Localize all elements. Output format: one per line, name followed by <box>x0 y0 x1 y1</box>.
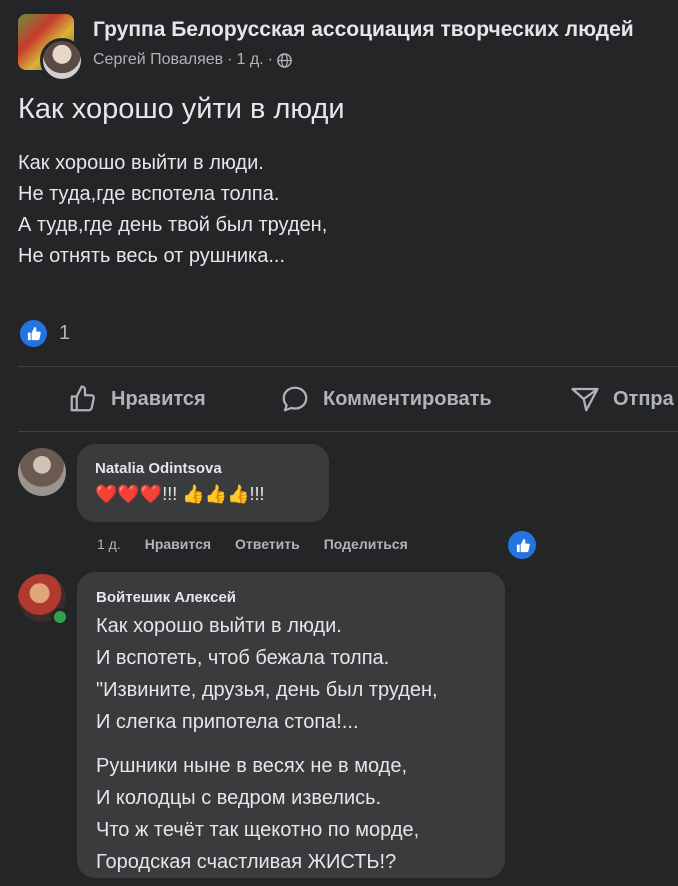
post-body-line: Не туда,где вспотела толпа. <box>18 183 280 205</box>
comment-line: И вспотеть, чтоб бежала толпа. <box>96 647 390 669</box>
comment-reply-button[interactable]: Ответить <box>235 536 300 552</box>
post-title: Как хорошо уйти в люди <box>18 93 345 125</box>
online-status-indicator <box>51 608 69 626</box>
comment-line: Рушники ныне в весях не в моде, <box>96 755 408 777</box>
comment-text: ❤️❤️❤️!!! 👍👍👍!!! <box>95 484 265 504</box>
comment-time[interactable]: 1 д. <box>97 536 121 552</box>
share-label: Отпра <box>613 387 674 410</box>
commenter-name[interactable]: Natalia Odintsova <box>95 460 222 477</box>
thumbs-up-outline-icon <box>70 385 95 412</box>
post-body: Как хорошо выйти в люди. Не туда,где всп… <box>18 148 327 272</box>
group-name[interactable]: Группа Белорусская ассоциация творческих… <box>93 18 634 42</box>
reactions-summary[interactable]: 1 <box>20 320 70 347</box>
post-actions-bar: Нравится Комментировать Отпра <box>0 370 678 428</box>
post-body-line: А тудв,где день твой был труден, <box>18 214 328 236</box>
post-body-line: Не отнять весь от рушника... <box>18 245 286 267</box>
comment-bubble: Natalia Odintsova ❤️❤️❤️!!! 👍👍👍!!! <box>77 444 329 522</box>
comment-label: Комментировать <box>323 387 492 410</box>
divider <box>18 431 678 432</box>
like-icon <box>20 320 47 347</box>
divider <box>18 366 678 367</box>
like-count: 1 <box>59 322 71 344</box>
post-meta: Сергей Поваляев · 1 д. · <box>93 51 292 69</box>
comment-meta: 1 д. Нравится Ответить Поделиться <box>97 536 408 552</box>
comment-share-button[interactable]: Поделиться <box>324 536 408 552</box>
like-label: Нравится <box>111 387 206 410</box>
comment-button[interactable]: Комментировать <box>279 370 492 428</box>
share-icon <box>571 387 599 412</box>
comment-line: Как хорошо выйти в люди. <box>96 615 342 637</box>
comment-bubble: Войтешик Алексей Как хорошо выйти в люди… <box>77 572 505 878</box>
comment-like-button[interactable]: Нравится <box>145 536 211 552</box>
globe-icon <box>277 52 292 68</box>
like-button[interactable]: Нравится <box>67 370 206 428</box>
post-time[interactable]: 1 д. <box>236 51 263 69</box>
comment-line: Что ж течёт так щекотно по морде, <box>96 819 420 841</box>
comment-text: Как хорошо выйти в люди. И вспотеть, что… <box>96 610 438 878</box>
meta-separator: · <box>267 51 273 68</box>
author-name[interactable]: Сергей Поваляев <box>93 51 223 69</box>
comment-line: Городская счастливая ЖИСТЬ!? <box>96 851 397 873</box>
share-button[interactable]: Отпра <box>569 370 674 428</box>
comment-line: И слегка припотела стопа!... <box>96 711 359 733</box>
post-body-line: Как хорошо выйти в люди. <box>18 152 264 174</box>
author-avatar[interactable] <box>40 38 84 82</box>
comment-line: "Извините, друзья, день был труден, <box>96 679 438 701</box>
commenter-avatar[interactable] <box>18 448 66 496</box>
meta-separator: · <box>227 51 233 68</box>
like-icon[interactable] <box>506 529 538 561</box>
comment-icon <box>282 386 308 412</box>
comment-line: И колодцы с ведром извелись. <box>96 787 382 809</box>
commenter-name[interactable]: Войтешик Алексей <box>96 589 236 606</box>
